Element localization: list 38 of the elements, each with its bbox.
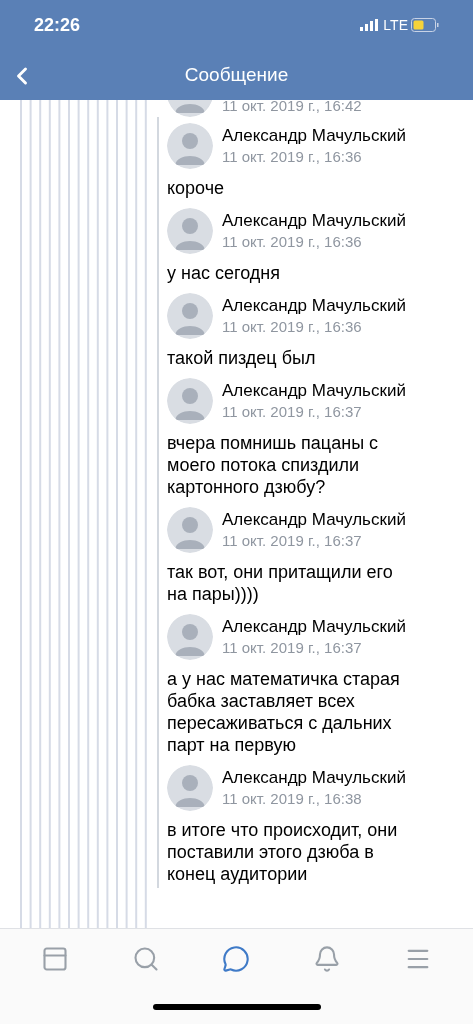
message-text: в итоге что происходит, они поставили этого дзюба в конец аудитории [167,819,399,885]
search-tab[interactable] [131,945,160,973]
author-name[interactable]: Александр Мачульский [222,210,406,232]
messages-tab[interactable] [222,945,251,973]
message-time: 11 окт. 2019 г., 16:37 [222,531,363,551]
author-name[interactable]: Александр Мачульский [222,616,406,638]
author-name[interactable]: Александр Мачульский [222,767,406,789]
message-time: 11 окт. 2019 г., 16:38 [222,789,363,809]
news-tab[interactable] [41,945,70,973]
message-text: у нас сегодня [167,262,281,284]
author-name[interactable]: Александр Мачульский [222,509,406,531]
avatar[interactable] [167,123,213,169]
avatar[interactable] [167,765,213,811]
message-time: 11 окт. 2019 г., 16:36 [222,147,363,167]
message-text: такой пиздец был [167,347,317,369]
avatar[interactable] [167,293,213,339]
notifications-tab[interactable] [313,945,342,973]
message-time: 11 окт. 2019 г., 16:36 [222,317,363,337]
avatar[interactable] [167,614,213,660]
message-text: короче [167,177,226,199]
avatar[interactable] [167,208,213,254]
message-text: а у нас математичка старая бабка заставляет всех пересаживаться с дальних парт на первую [167,668,401,756]
author-name[interactable]: Александр Мачульский [222,295,406,317]
battery-icon [411,18,439,32]
avatar[interactable] [167,507,213,553]
status-time: 22:26 [34,13,81,37]
message-text: вчера помнишь пацаны с моего потока спиздили картонного дзюбу? [167,432,380,498]
network-label: LTE [383,15,408,35]
message-text: так вот, они притащили его на пары)))) [167,561,394,605]
author-name[interactable]: Александр Мачульский [222,380,406,402]
avatar[interactable] [167,378,213,424]
message-time: 11 окт. 2019 г., 16:36 [222,232,363,252]
signal-icon [360,19,381,31]
message-time: 11 окт. 2019 г., 16:37 [222,638,363,658]
nav-title: Сообщение [184,62,289,87]
message-time: 11 окт. 2019 г., 16:37 [222,402,363,422]
author-name[interactable]: Александр Мачульский [222,125,406,147]
message-time: 11 окт. 2019 г., 16:42 [222,100,362,116]
